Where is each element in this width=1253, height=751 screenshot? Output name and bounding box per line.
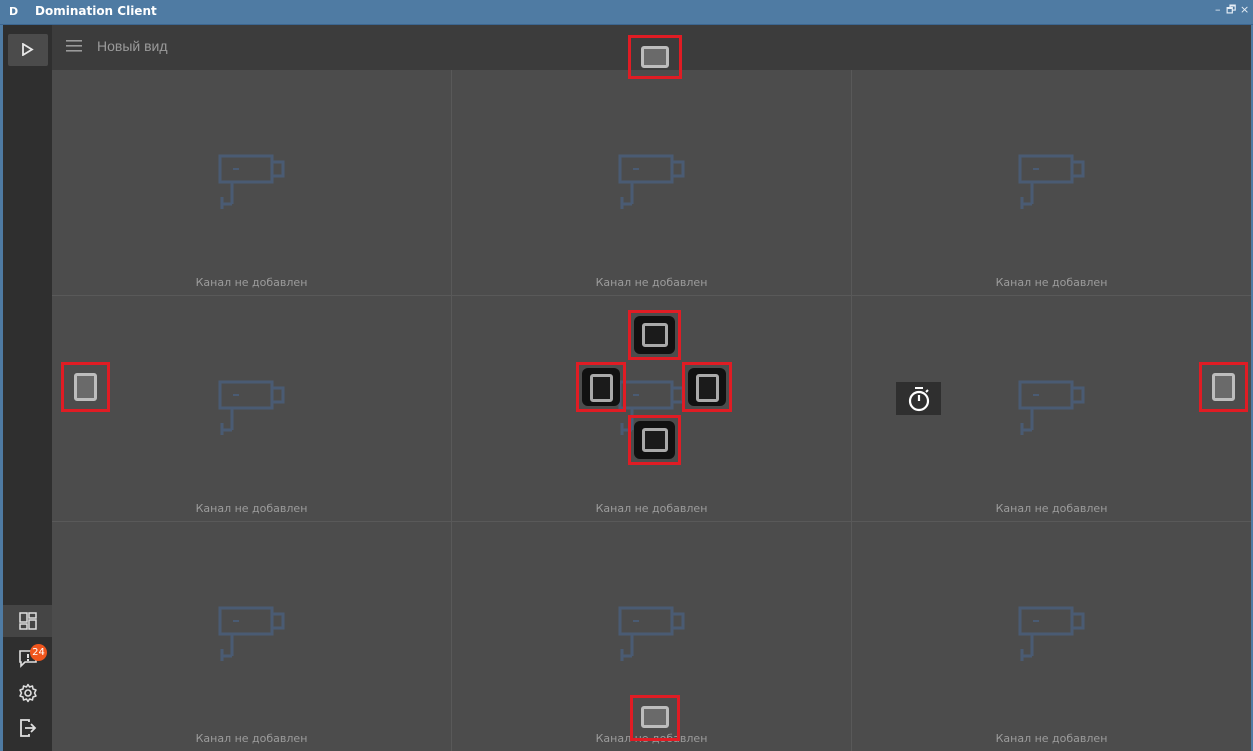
dock-center-bottom-icon bbox=[642, 428, 668, 452]
camera-placeholder-icon bbox=[1018, 380, 1085, 435]
camera-grid: Канал не добавлен Канал не добавлен Кана… bbox=[52, 70, 1251, 751]
dock-target-bottom-edge[interactable] bbox=[630, 695, 680, 741]
dock-target-left-edge[interactable] bbox=[61, 362, 110, 412]
cell-status-label: Канал не добавлен bbox=[995, 732, 1108, 745]
app-logo-icon: D bbox=[9, 5, 19, 18]
cell-status-label: Канал не добавлен bbox=[195, 502, 308, 515]
cell-status-label: Канал не добавлен bbox=[195, 276, 308, 289]
cell-status-label: Канал не добавлен bbox=[995, 502, 1108, 515]
dock-top-icon bbox=[641, 46, 669, 68]
dock-center-top-icon bbox=[642, 323, 668, 347]
cell-status-label: Канал не добавлен bbox=[995, 276, 1108, 289]
logout-button[interactable] bbox=[3, 712, 52, 744]
camera-cell[interactable]: Канал не добавлен bbox=[52, 70, 452, 296]
settings-button[interactable] bbox=[3, 677, 52, 709]
maximize-button[interactable]: 🗗 bbox=[1226, 3, 1236, 17]
timer-button[interactable] bbox=[896, 382, 941, 415]
logout-icon bbox=[20, 719, 37, 737]
layouts-icon bbox=[19, 612, 37, 630]
camera-placeholder-icon bbox=[1018, 154, 1085, 209]
layouts-button[interactable] bbox=[3, 605, 52, 637]
cell-status-label: Канал не добавлен bbox=[595, 502, 708, 515]
camera-placeholder-icon bbox=[618, 606, 685, 661]
camera-cell[interactable]: Канал не добавлен bbox=[852, 522, 1251, 751]
dock-bottom-icon bbox=[641, 706, 669, 728]
camera-placeholder-icon bbox=[218, 380, 285, 435]
dock-target-right-edge[interactable] bbox=[1199, 362, 1248, 412]
hamburger-menu-icon[interactable] bbox=[66, 40, 82, 52]
dock-target-top-edge[interactable] bbox=[628, 35, 682, 79]
title-bar: D Domination Client – 🗗 × bbox=[0, 0, 1253, 25]
dock-left-icon bbox=[74, 373, 97, 401]
dock-center-right-icon bbox=[696, 374, 719, 402]
sidebar: 24 bbox=[3, 25, 52, 751]
gear-icon bbox=[19, 683, 37, 703]
dock-target-center-left[interactable] bbox=[576, 362, 626, 412]
window-title: Domination Client bbox=[35, 4, 157, 18]
play-icon bbox=[22, 43, 34, 56]
dock-target-center-right[interactable] bbox=[682, 362, 732, 412]
stopwatch-icon bbox=[908, 387, 930, 412]
dock-center-left-icon bbox=[590, 374, 613, 402]
camera-placeholder-icon bbox=[218, 154, 285, 209]
dock-right-icon bbox=[1212, 373, 1235, 401]
events-count-badge: 24 bbox=[30, 644, 47, 661]
dock-target-center-bottom[interactable] bbox=[628, 415, 681, 465]
camera-placeholder-icon bbox=[1018, 606, 1085, 661]
minimize-button[interactable]: – bbox=[1215, 3, 1221, 17]
events-button[interactable]: 24 bbox=[3, 642, 52, 674]
play-button[interactable] bbox=[8, 34, 48, 66]
cell-status-label: Канал не добавлен bbox=[595, 276, 708, 289]
camera-cell[interactable]: Канал не добавлен bbox=[852, 70, 1251, 296]
camera-placeholder-icon bbox=[218, 606, 285, 661]
cell-status-label: Канал не добавлен bbox=[195, 732, 308, 745]
camera-placeholder-icon bbox=[618, 154, 685, 209]
camera-cell[interactable]: Канал не добавлен bbox=[452, 70, 852, 296]
close-button[interactable]: × bbox=[1240, 3, 1249, 17]
view-title: Новый вид bbox=[97, 38, 168, 54]
camera-cell[interactable]: Канал не добавлен bbox=[52, 296, 452, 522]
camera-cell[interactable]: Канал не добавлен bbox=[52, 522, 452, 751]
dock-target-center-top[interactable] bbox=[628, 310, 681, 360]
